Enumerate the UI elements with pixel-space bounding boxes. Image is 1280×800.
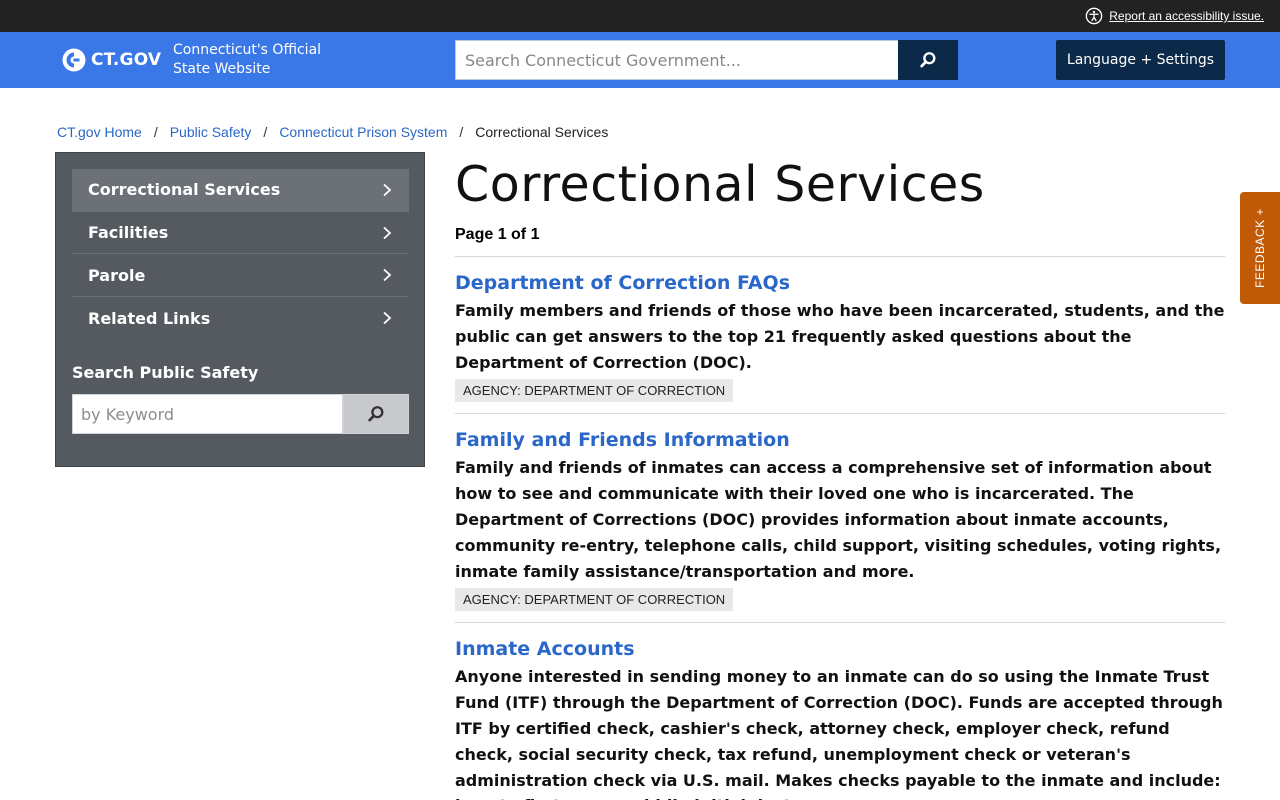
site-tagline: Connecticut's Official State Website — [173, 41, 373, 79]
site-search-input[interactable] — [455, 40, 898, 80]
sidebar-nav: Correctional Services Facilities Parole … — [72, 169, 409, 340]
sidebar-item-related-links[interactable]: Related Links — [72, 297, 409, 340]
top-utility-bar: Report an accessibility issue. — [0, 0, 1280, 32]
breadcrumb-separator: / — [263, 124, 268, 140]
sidebar-item-label: Related Links — [88, 308, 211, 328]
sidebar-search-title: Search Public Safety — [72, 363, 259, 382]
site-search-button[interactable] — [898, 40, 958, 80]
language-settings-button[interactable]: Language + Settings — [1056, 40, 1225, 80]
breadcrumb: CT.gov Home / Public Safety / Connecticu… — [57, 124, 608, 140]
sidebar: Correctional Services Facilities Parole … — [55, 152, 425, 467]
sidebar-item-facilities[interactable]: Facilities — [72, 212, 409, 255]
search-icon — [920, 52, 936, 68]
ct-logo-icon — [62, 48, 86, 72]
sidebar-item-parole[interactable]: Parole — [72, 254, 409, 298]
result-item: Department of Correction FAQs Family mem… — [455, 256, 1225, 413]
sidebar-search-input[interactable] — [72, 394, 343, 434]
accessibility-report[interactable]: Report an accessibility issue. — [1085, 5, 1264, 27]
feedback-label: FEEDBACK + — [1253, 207, 1267, 289]
result-item: Family and Friends Information Family an… — [455, 413, 1225, 622]
sidebar-search — [72, 394, 409, 434]
main-content: Correctional Services Page 1 of 1 Depart… — [455, 150, 1225, 800]
feedback-tab[interactable]: FEEDBACK + — [1240, 192, 1280, 304]
result-title-link[interactable]: Family and Friends Information — [455, 426, 1225, 454]
page-title: Correctional Services — [455, 156, 985, 213]
result-title-link[interactable]: Inmate Accounts — [455, 635, 1225, 663]
result-description: Family and friends of inmates can access… — [455, 458, 1222, 581]
agency-tag: AGENCY: DEPARTMENT OF CORRECTION — [455, 588, 734, 612]
result-description: Family members and friends of those who … — [455, 301, 1225, 372]
result-item: Inmate Accounts Anyone interested in sen… — [455, 622, 1225, 800]
breadcrumb-separator: / — [153, 124, 158, 140]
accessibility-icon — [1085, 7, 1103, 25]
chevron-right-icon — [383, 183, 392, 197]
sidebar-item-label: Parole — [88, 265, 146, 285]
site-search — [455, 40, 958, 80]
breadcrumb-current: Correctional Services — [475, 124, 609, 140]
result-title-link[interactable]: Department of Correction FAQs — [455, 269, 1225, 297]
agency-tag: AGENCY: DEPARTMENT OF CORRECTION — [455, 379, 734, 403]
ct-gov-logo[interactable]: CT.GOV — [62, 48, 161, 72]
breadcrumb-home[interactable]: CT.gov Home — [57, 124, 142, 140]
result-description: Anyone interested in sending money to an… — [455, 667, 1223, 800]
tagline-line-2: State Website — [173, 61, 271, 77]
sidebar-item-label: Correctional Services — [88, 180, 281, 200]
sidebar-search-button[interactable] — [343, 394, 409, 434]
breadcrumb-public-safety[interactable]: Public Safety — [170, 124, 252, 140]
sidebar-item-label: Facilities — [88, 223, 169, 243]
tagline-line-1: Connecticut's Official — [173, 42, 322, 58]
logo-text: CT.GOV — [91, 50, 162, 70]
accessibility-link[interactable]: Report an accessibility issue. — [1109, 9, 1264, 23]
breadcrumb-prison-system[interactable]: Connecticut Prison System — [279, 124, 447, 140]
chevron-right-icon — [383, 269, 392, 282]
sidebar-item-correctional-services[interactable]: Correctional Services — [72, 169, 409, 212]
page-count: Page 1 of 1 — [455, 226, 540, 243]
chevron-right-icon — [383, 226, 392, 239]
site-header: CT.GOV Connecticut's Official State Webs… — [0, 32, 1280, 88]
chevron-right-icon — [383, 312, 392, 325]
breadcrumb-separator: / — [459, 124, 464, 140]
search-icon — [368, 406, 384, 422]
